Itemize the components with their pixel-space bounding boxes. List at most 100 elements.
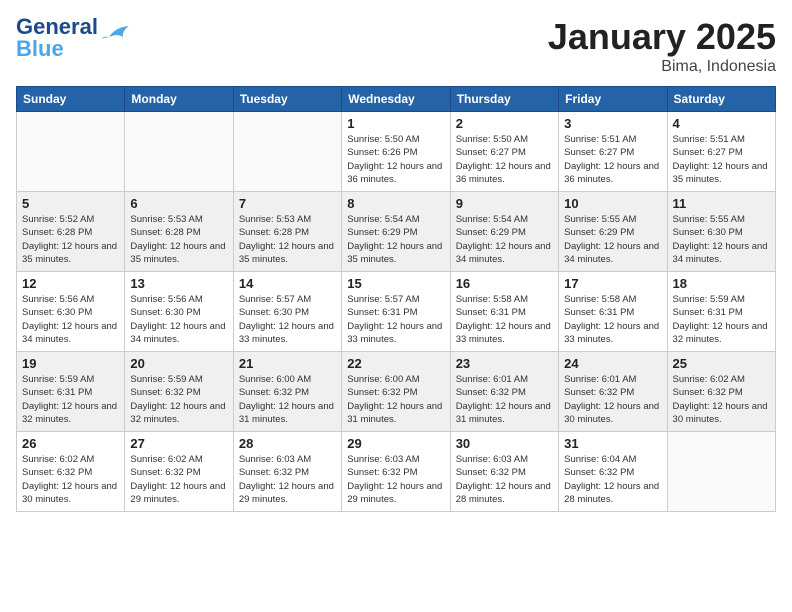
day-number: 17 <box>564 276 661 291</box>
day-info: Sunrise: 6:03 AM Sunset: 6:32 PM Dayligh… <box>456 453 553 506</box>
day-info: Sunrise: 6:03 AM Sunset: 6:32 PM Dayligh… <box>239 453 336 506</box>
day-info: Sunrise: 5:59 AM Sunset: 6:31 PM Dayligh… <box>673 293 770 346</box>
day-number: 9 <box>456 196 553 211</box>
day-info: Sunrise: 6:04 AM Sunset: 6:32 PM Dayligh… <box>564 453 661 506</box>
calendar-cell: 30 Sunrise: 6:03 AM Sunset: 6:32 PM Dayli… <box>450 432 558 512</box>
calendar-cell <box>667 432 775 512</box>
day-header-sunday: Sunday <box>17 87 125 112</box>
calendar-table: SundayMondayTuesdayWednesdayThursdayFrid… <box>16 86 776 512</box>
calendar-cell: 19 Sunrise: 5:59 AM Sunset: 6:31 PM Dayli… <box>17 352 125 432</box>
calendar-cell: 18 Sunrise: 5:59 AM Sunset: 6:31 PM Dayli… <box>667 272 775 352</box>
month-title: January 2025 <box>548 16 776 58</box>
day-number: 26 <box>22 436 119 451</box>
day-number: 23 <box>456 356 553 371</box>
day-info: Sunrise: 6:02 AM Sunset: 6:32 PM Dayligh… <box>673 373 770 426</box>
day-number: 2 <box>456 116 553 131</box>
day-header-wednesday: Wednesday <box>342 87 450 112</box>
day-info: Sunrise: 5:59 AM Sunset: 6:32 PM Dayligh… <box>130 373 227 426</box>
day-header-tuesday: Tuesday <box>233 87 341 112</box>
day-number: 24 <box>564 356 661 371</box>
day-info: Sunrise: 5:55 AM Sunset: 6:29 PM Dayligh… <box>564 213 661 266</box>
logo: GeneralBlue <box>16 16 130 60</box>
title-block: January 2025 Bima, Indonesia <box>548 16 776 76</box>
calendar-cell: 3Sunrise: 5:51 AM Sunset: 6:27 PM Daylig… <box>559 112 667 192</box>
day-info: Sunrise: 5:58 AM Sunset: 6:31 PM Dayligh… <box>456 293 553 346</box>
calendar-cell: 24Sunrise: 6:01 AM Sunset: 6:32 PM Dayli… <box>559 352 667 432</box>
day-number: 18 <box>673 276 770 291</box>
day-number: 28 <box>239 436 336 451</box>
day-number: 10 <box>564 196 661 211</box>
calendar-cell: 4 Sunrise: 5:51 AM Sunset: 6:27 PM Daylig… <box>667 112 775 192</box>
day-info: Sunrise: 5:51 AM Sunset: 6:27 PM Dayligh… <box>673 133 770 186</box>
day-header-saturday: Saturday <box>667 87 775 112</box>
logo-bird-icon <box>102 24 130 42</box>
calendar-cell: 7 Sunrise: 5:53 AM Sunset: 6:28 PM Daylig… <box>233 192 341 272</box>
day-info: Sunrise: 5:54 AM Sunset: 6:29 PM Dayligh… <box>347 213 444 266</box>
day-number: 11 <box>673 196 770 211</box>
day-info: Sunrise: 6:00 AM Sunset: 6:32 PM Dayligh… <box>239 373 336 426</box>
calendar-cell: 28 Sunrise: 6:03 AM Sunset: 6:32 PM Dayli… <box>233 432 341 512</box>
calendar-cell <box>17 112 125 192</box>
day-number: 22 <box>347 356 444 371</box>
day-number: 3 <box>564 116 661 131</box>
calendar-cell: 15 Sunrise: 5:57 AM Sunset: 6:31 PM Dayli… <box>342 272 450 352</box>
day-number: 29 <box>347 436 444 451</box>
day-info: Sunrise: 5:54 AM Sunset: 6:29 PM Dayligh… <box>456 213 553 266</box>
day-number: 7 <box>239 196 336 211</box>
calendar-week-3: 12 Sunrise: 5:56 AM Sunset: 6:30 PM Dayli… <box>17 272 776 352</box>
day-number: 27 <box>130 436 227 451</box>
day-info: Sunrise: 5:52 AM Sunset: 6:28 PM Dayligh… <box>22 213 119 266</box>
calendar-cell: 20 Sunrise: 5:59 AM Sunset: 6:32 PM Dayli… <box>125 352 233 432</box>
day-number: 4 <box>673 116 770 131</box>
calendar-cell: 1Sunrise: 5:50 AM Sunset: 6:26 PM Daylig… <box>342 112 450 192</box>
calendar-week-5: 26 Sunrise: 6:02 AM Sunset: 6:32 PM Dayli… <box>17 432 776 512</box>
calendar-cell: 11Sunrise: 5:55 AM Sunset: 6:30 PM Dayli… <box>667 192 775 272</box>
calendar-header-row: SundayMondayTuesdayWednesdayThursdayFrid… <box>17 87 776 112</box>
calendar-cell: 8 Sunrise: 5:54 AM Sunset: 6:29 PM Daylig… <box>342 192 450 272</box>
calendar-cell: 25 Sunrise: 6:02 AM Sunset: 6:32 PM Dayli… <box>667 352 775 432</box>
day-number: 25 <box>673 356 770 371</box>
calendar-cell: 12 Sunrise: 5:56 AM Sunset: 6:30 PM Dayli… <box>17 272 125 352</box>
day-number: 13 <box>130 276 227 291</box>
day-number: 15 <box>347 276 444 291</box>
day-number: 12 <box>22 276 119 291</box>
calendar-cell: 29Sunrise: 6:03 AM Sunset: 6:32 PM Dayli… <box>342 432 450 512</box>
day-info: Sunrise: 5:57 AM Sunset: 6:31 PM Dayligh… <box>347 293 444 346</box>
day-info: Sunrise: 5:59 AM Sunset: 6:31 PM Dayligh… <box>22 373 119 426</box>
calendar-cell: 22 Sunrise: 6:00 AM Sunset: 6:32 PM Dayli… <box>342 352 450 432</box>
logo-text: GeneralBlue <box>16 16 98 60</box>
calendar-cell: 23 Sunrise: 6:01 AM Sunset: 6:32 PM Dayli… <box>450 352 558 432</box>
calendar-week-4: 19 Sunrise: 5:59 AM Sunset: 6:31 PM Dayli… <box>17 352 776 432</box>
day-info: Sunrise: 5:53 AM Sunset: 6:28 PM Dayligh… <box>130 213 227 266</box>
calendar-cell: 31 Sunrise: 6:04 AM Sunset: 6:32 PM Dayli… <box>559 432 667 512</box>
day-info: Sunrise: 6:02 AM Sunset: 6:32 PM Dayligh… <box>130 453 227 506</box>
day-info: Sunrise: 5:58 AM Sunset: 6:31 PM Dayligh… <box>564 293 661 346</box>
day-number: 31 <box>564 436 661 451</box>
calendar-cell: 21 Sunrise: 6:00 AM Sunset: 6:32 PM Dayli… <box>233 352 341 432</box>
calendar-week-1: 1Sunrise: 5:50 AM Sunset: 6:26 PM Daylig… <box>17 112 776 192</box>
day-info: Sunrise: 6:00 AM Sunset: 6:32 PM Dayligh… <box>347 373 444 426</box>
day-info: Sunrise: 5:56 AM Sunset: 6:30 PM Dayligh… <box>22 293 119 346</box>
calendar-cell: 6Sunrise: 5:53 AM Sunset: 6:28 PM Daylig… <box>125 192 233 272</box>
calendar-cell: 2Sunrise: 5:50 AM Sunset: 6:27 PM Daylig… <box>450 112 558 192</box>
day-number: 19 <box>22 356 119 371</box>
calendar-cell: 27 Sunrise: 6:02 AM Sunset: 6:32 PM Dayli… <box>125 432 233 512</box>
calendar-cell <box>233 112 341 192</box>
calendar-cell: 5 Sunrise: 5:52 AM Sunset: 6:28 PM Daylig… <box>17 192 125 272</box>
day-number: 14 <box>239 276 336 291</box>
day-header-friday: Friday <box>559 87 667 112</box>
calendar-cell: 14Sunrise: 5:57 AM Sunset: 6:30 PM Dayli… <box>233 272 341 352</box>
day-number: 8 <box>347 196 444 211</box>
day-info: Sunrise: 6:01 AM Sunset: 6:32 PM Dayligh… <box>456 373 553 426</box>
day-info: Sunrise: 5:53 AM Sunset: 6:28 PM Dayligh… <box>239 213 336 266</box>
day-number: 30 <box>456 436 553 451</box>
day-number: 20 <box>130 356 227 371</box>
calendar-cell: 26Sunrise: 6:02 AM Sunset: 6:32 PM Dayli… <box>17 432 125 512</box>
day-info: Sunrise: 5:56 AM Sunset: 6:30 PM Dayligh… <box>130 293 227 346</box>
day-number: 5 <box>22 196 119 211</box>
calendar-cell: 9 Sunrise: 5:54 AM Sunset: 6:29 PM Daylig… <box>450 192 558 272</box>
calendar-cell <box>125 112 233 192</box>
day-number: 21 <box>239 356 336 371</box>
calendar-cell: 17 Sunrise: 5:58 AM Sunset: 6:31 PM Dayli… <box>559 272 667 352</box>
day-info: Sunrise: 5:50 AM Sunset: 6:26 PM Dayligh… <box>347 133 444 186</box>
